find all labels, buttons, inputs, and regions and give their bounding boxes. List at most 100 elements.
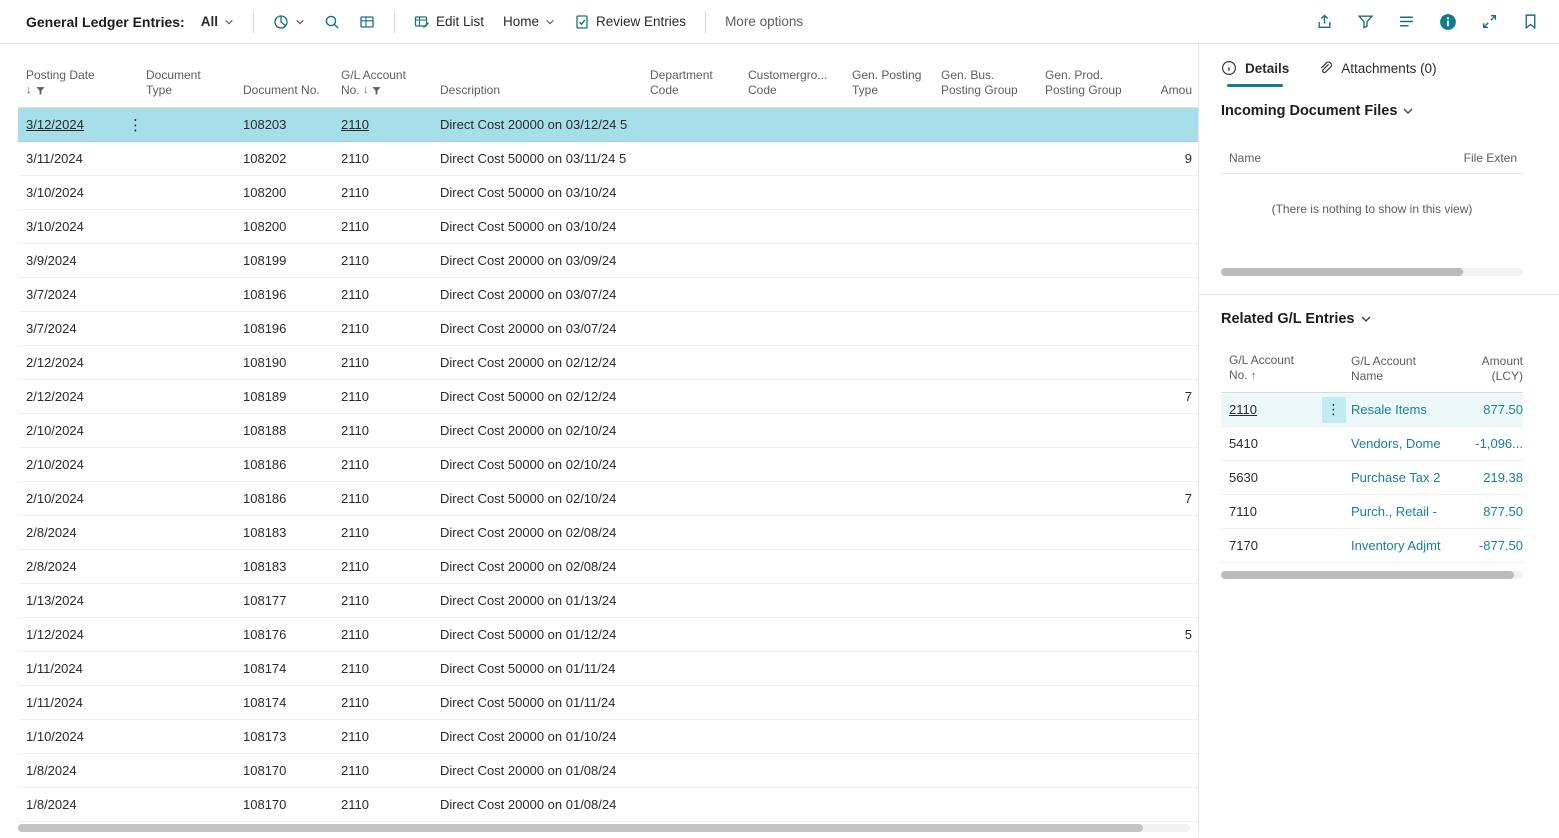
- column-header-doc_no[interactable]: Document No.: [235, 44, 333, 107]
- column-header-posting_date[interactable]: Posting Date↓: [18, 44, 138, 107]
- cell-gl-account-no[interactable]: 2110: [333, 253, 432, 268]
- cell-document-no[interactable]: 108183: [235, 559, 333, 574]
- scrollbar-track[interactable]: [18, 824, 1190, 832]
- row-context-menu-button[interactable]: ⋮: [1322, 397, 1346, 423]
- cell-document-no[interactable]: 108196: [235, 321, 333, 336]
- cell-related-account-no[interactable]: 7110: [1221, 504, 1316, 519]
- cell-gl-account-no[interactable]: 2110: [333, 593, 432, 608]
- cell-amount[interactable]: 9: [1152, 151, 1198, 166]
- related-entry-row[interactable]: 5410Vendors, Domes...-1,096...: [1221, 427, 1523, 461]
- related-entries-scrollbar[interactable]: [1221, 571, 1523, 579]
- cell-gl-account-no[interactable]: 2110: [333, 151, 432, 166]
- cell-document-no[interactable]: 108173: [235, 729, 333, 744]
- cell-posting-date[interactable]: 2/10/2024: [18, 491, 138, 506]
- cell-document-no[interactable]: 108170: [235, 797, 333, 812]
- cell-description[interactable]: Direct Cost 20000 on 03/09/24: [432, 253, 642, 268]
- cell-document-no[interactable]: 108189: [235, 389, 333, 404]
- incoming-document-files-header[interactable]: Incoming Document Files: [1221, 103, 1523, 119]
- cell-gl-account-no[interactable]: 2110: [333, 457, 432, 472]
- cell-document-no[interactable]: 108176: [235, 627, 333, 642]
- table-row[interactable]: 2/12/20241081902110Direct Cost 20000 on …: [18, 346, 1198, 380]
- related-gl-entries-header[interactable]: Related G/L Entries: [1221, 311, 1523, 327]
- column-header-cust[interactable]: Customergro...Code: [740, 44, 844, 107]
- cell-posting-date[interactable]: 3/7/2024: [18, 287, 138, 302]
- gl-account-name-link[interactable]: Vendors, Domes...: [1351, 436, 1441, 451]
- column-header-amount-lcy[interactable]: Amount(LCY): [1441, 354, 1523, 384]
- cell-posting-date[interactable]: 2/12/2024: [18, 355, 138, 370]
- tab-details[interactable]: Details: [1221, 60, 1289, 87]
- cell-gl-account-no[interactable]: 2110: [333, 117, 432, 132]
- cell-posting-date[interactable]: 3/12/2024: [18, 117, 138, 132]
- cell-description[interactable]: Direct Cost 20000 on 03/07/24: [432, 321, 642, 336]
- column-header-doc_type[interactable]: DocumentType: [138, 44, 235, 107]
- cell-related-account-no[interactable]: 2110: [1221, 402, 1316, 417]
- cell-description[interactable]: Direct Cost 50000 on 03/10/24: [432, 219, 642, 234]
- table-row[interactable]: 2/8/20241081832110Direct Cost 20000 on 0…: [18, 516, 1198, 550]
- cell-gl-account-no[interactable]: 2110: [333, 661, 432, 676]
- view-selector[interactable]: All: [198, 10, 237, 33]
- tab-attachments[interactable]: Attachments (0): [1317, 60, 1436, 87]
- amount-drilldown-link[interactable]: -1,096...: [1475, 436, 1523, 451]
- gl-account-name-link[interactable]: Purch., Retail - D...: [1351, 504, 1441, 519]
- cell-gl-account-no[interactable]: 2110: [333, 219, 432, 234]
- cell-description[interactable]: Direct Cost 50000 on 02/10/24: [432, 491, 642, 506]
- scrollbar-thumb[interactable]: [1221, 571, 1514, 579]
- cell-document-no[interactable]: 108174: [235, 695, 333, 710]
- cell-description[interactable]: Direct Cost 20000 on 03/07/24: [432, 287, 642, 302]
- bookmark-button[interactable]: [1520, 11, 1541, 32]
- cell-description[interactable]: Direct Cost 20000 on 03/12/24 5: [432, 117, 642, 132]
- analysis-views-button[interactable]: [270, 10, 308, 34]
- column-header-gen_bus[interactable]: Gen. Bus.Posting Group: [933, 44, 1037, 107]
- expand-button[interactable]: [1479, 11, 1500, 32]
- table-row[interactable]: 3/7/20241081962110Direct Cost 20000 on 0…: [18, 278, 1198, 312]
- table-row[interactable]: 2/10/20241081882110Direct Cost 20000 on …: [18, 414, 1198, 448]
- cell-gl-account-no[interactable]: 2110: [333, 355, 432, 370]
- column-header-file-extension[interactable]: File Exten: [1464, 151, 1517, 165]
- cell-description[interactable]: Direct Cost 20000 on 02/08/24: [432, 559, 642, 574]
- share-button[interactable]: [1314, 11, 1335, 32]
- cell-description[interactable]: Direct Cost 50000 on 02/12/24: [432, 389, 642, 404]
- cell-description[interactable]: Direct Cost 50000 on 01/11/24: [432, 661, 642, 676]
- cell-gl-account-no[interactable]: 2110: [333, 525, 432, 540]
- cell-document-no[interactable]: 108188: [235, 423, 333, 438]
- column-header-desc[interactable]: Description: [432, 44, 642, 107]
- column-header-name[interactable]: Name: [1229, 151, 1261, 165]
- cell-posting-date[interactable]: 1/8/2024: [18, 797, 138, 812]
- gl-account-name-link[interactable]: Resale Items: [1351, 402, 1427, 417]
- row-context-menu-button[interactable]: ⋮: [122, 108, 149, 142]
- table-row[interactable]: 2/8/2024 1081832110Direct Cost 20000 on 0…: [18, 550, 1198, 584]
- table-row[interactable]: 3/11/20241082022110Direct Cost 50000 on …: [18, 142, 1198, 176]
- cell-posting-date[interactable]: 3/11/2024: [18, 151, 138, 166]
- incoming-files-scrollbar[interactable]: [1221, 268, 1523, 276]
- cell-posting-date[interactable]: 3/7/2024: [18, 321, 138, 336]
- table-row[interactable]: 1/11/20241081742110Direct Cost 50000 on …: [18, 652, 1198, 686]
- cell-document-no[interactable]: 108196: [235, 287, 333, 302]
- gl-account-name-link[interactable]: Purchase Tax 25 %: [1351, 470, 1441, 485]
- cell-gl-account-no[interactable]: 2110: [333, 729, 432, 744]
- column-header-gen_prod[interactable]: Gen. Prod.Posting Group: [1037, 44, 1152, 107]
- cell-document-no[interactable]: 108186: [235, 457, 333, 472]
- table-row[interactable]: 1/11/20241081742110Direct Cost 50000 on …: [18, 686, 1198, 720]
- cell-posting-date[interactable]: 1/11/2024: [18, 695, 138, 710]
- amount-drilldown-link[interactable]: 219.38: [1483, 470, 1523, 485]
- view-options-button[interactable]: [1396, 11, 1417, 32]
- table-row[interactable]: 1/13/20241081772110Direct Cost 20000 on …: [18, 584, 1198, 618]
- cell-document-no[interactable]: 108200: [235, 219, 333, 234]
- cell-document-no[interactable]: 108200: [235, 185, 333, 200]
- cell-amount[interactable]: 5: [1152, 627, 1198, 642]
- cell-description[interactable]: Direct Cost 50000 on 01/11/24: [432, 695, 642, 710]
- cell-document-no[interactable]: 108190: [235, 355, 333, 370]
- cell-posting-date[interactable]: 2/12/2024: [18, 389, 138, 404]
- related-entry-row[interactable]: 2110⋮Resale Items877.50: [1221, 393, 1523, 427]
- table-row[interactable]: 3/7/20241081962110Direct Cost 20000 on 0…: [18, 312, 1198, 346]
- column-header-gl-account-no[interactable]: G/L AccountNo. ↑: [1221, 353, 1316, 384]
- cell-description[interactable]: Direct Cost 50000 on 03/10/24: [432, 185, 642, 200]
- cell-description[interactable]: Direct Cost 50000 on 01/12/24: [432, 627, 642, 642]
- table-row[interactable]: 1/12/20241081762110Direct Cost 50000 on …: [18, 618, 1198, 652]
- cell-posting-date[interactable]: 2/8/2024: [18, 559, 138, 574]
- cell-posting-date[interactable]: 1/10/2024: [18, 729, 138, 744]
- column-header-account[interactable]: G/L AccountNo.↓: [333, 44, 432, 107]
- cell-gl-account-no[interactable]: 2110: [333, 559, 432, 574]
- cell-posting-date[interactable]: 1/13/2024: [18, 593, 138, 608]
- review-entries-button[interactable]: Review Entries: [571, 10, 689, 34]
